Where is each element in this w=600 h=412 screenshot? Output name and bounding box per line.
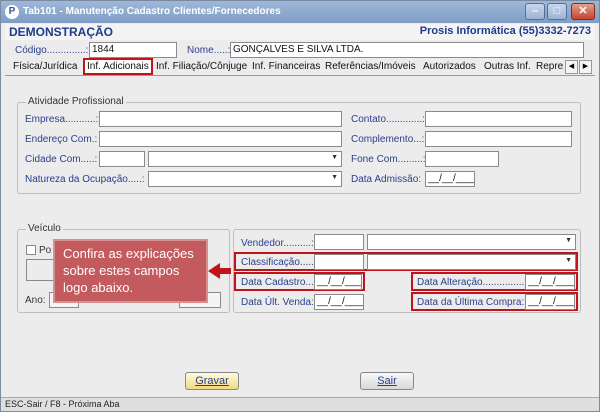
cidade-select[interactable] — [148, 151, 342, 167]
classificacao-select[interactable] — [367, 254, 576, 270]
maximize-icon[interactable]: □ — [547, 3, 567, 20]
veiculo-pos-label: Po — [39, 245, 52, 256]
complemento-field[interactable] — [425, 131, 572, 147]
natureza-label: Natureza da Ocupação.....: — [25, 174, 145, 185]
gravar-button[interactable]: Gravar — [185, 372, 239, 390]
veiculo-title: Veículo — [26, 223, 63, 234]
tab-referencias[interactable]: Referências/Imóveis — [325, 61, 416, 72]
data-ult-venda-label: Data Últ. Venda: — [241, 297, 314, 308]
nome-label: Nome.....: — [187, 45, 231, 56]
data-alteracao-label: Data Alteração...............: — [417, 277, 528, 288]
data-ultima-compra-field[interactable]: __/__/____ — [525, 294, 575, 310]
codigo-field[interactable]: 1844 — [89, 42, 177, 58]
tab-autorizados[interactable]: Autorizados — [423, 61, 476, 72]
complemento-label: Complemento...: — [351, 134, 425, 145]
classificacao-label: Classificação......: — [241, 257, 320, 268]
tab-inf-financeiras[interactable]: Inf. Financeiras — [252, 61, 320, 72]
fone-field[interactable] — [425, 151, 499, 167]
window-title: Tab101 - Manutenção Cadastro Clientes/Fo… — [23, 6, 281, 17]
close-icon[interactable]: ✕ — [571, 3, 595, 20]
data-cadastro-field[interactable]: __/__/____ — [314, 274, 362, 290]
app-icon: P — [5, 5, 19, 19]
sair-button[interactable]: Sair — [360, 372, 414, 390]
data-admissao-label: Data Admissão: — [351, 174, 422, 185]
veiculo-checkbox[interactable] — [26, 245, 36, 255]
main-window: P Tab101 - Manutenção Cadastro Clientes/… — [0, 0, 600, 412]
tab-fisica-juridica[interactable]: Física/Jurídica — [13, 61, 77, 72]
callout-arrow-bar — [219, 268, 231, 274]
company-name: DEMONSTRAÇÃO — [9, 25, 113, 39]
gravar-label: Gravar — [195, 375, 229, 387]
ano-label: Ano: — [25, 295, 46, 306]
classificacao-code-field[interactable] — [314, 254, 364, 270]
empresa-label: Empresa...........: — [25, 114, 99, 125]
tab-scroll-right-icon[interactable]: ▶ — [579, 60, 592, 74]
data-cadastro-label: Data Cadastro.....: — [241, 277, 323, 288]
data-alteracao-field[interactable]: __/__/____ — [525, 274, 575, 290]
atividade-title: Atividade Profissional — [26, 96, 126, 107]
minimize-icon[interactable]: – — [525, 3, 545, 20]
endereco-field[interactable] — [99, 131, 342, 147]
data-ult-venda-field[interactable]: __/__/____ — [314, 294, 364, 310]
help-callout: Confira as explicações sobre estes campo… — [53, 239, 208, 303]
status-bar: ESC-Sair / F8 - Próxima Aba — [1, 397, 599, 411]
contato-field[interactable] — [425, 111, 572, 127]
title-bar: P Tab101 - Manutenção Cadastro Clientes/… — [1, 1, 599, 23]
tab-inf-filiacao[interactable]: Inf. Filiação/Cônjuge — [156, 61, 247, 72]
endereco-label: Endereço Com.: — [25, 134, 98, 145]
vendedor-label: Vendedor..........: — [241, 238, 314, 249]
tab-inf-adicionais[interactable]: Inf. Adicionais — [83, 58, 153, 75]
natureza-select[interactable] — [148, 171, 342, 187]
data-ultima-compra-label: Data da Última Compra: — [417, 297, 525, 308]
tab-repre[interactable]: Repre — [536, 61, 563, 72]
nome-field[interactable]: GONÇALVES E SILVA LTDA. — [230, 42, 584, 58]
tab-outras-inf[interactable]: Outras Inf. — [484, 61, 531, 72]
cidade-code-field[interactable] — [99, 151, 145, 167]
codigo-label: Código..............: — [15, 45, 89, 56]
tab-bar: Física/Jurídica Inf. Adicionais Inf. Fil… — [5, 58, 595, 76]
vendedor-select[interactable] — [367, 234, 576, 250]
cidade-label: Cidade Com.....: — [25, 154, 98, 165]
fone-label: Fone Com.........: — [351, 154, 426, 165]
empresa-field[interactable] — [99, 111, 342, 127]
company-header: DEMONSTRAÇÃO Prosis Informática (55)3332… — [5, 24, 595, 40]
tab-scroll-left-icon[interactable]: ◀ — [565, 60, 578, 74]
vendedor-code-field[interactable] — [314, 234, 364, 250]
data-admissao-field[interactable]: __/__/____ — [425, 171, 475, 187]
veiculo-button[interactable] — [26, 259, 56, 281]
vendor-contact: Prosis Informática (55)3332-7273 — [419, 25, 591, 37]
sair-label: Sair — [377, 375, 397, 387]
contato-label: Contato.............: — [351, 114, 425, 125]
